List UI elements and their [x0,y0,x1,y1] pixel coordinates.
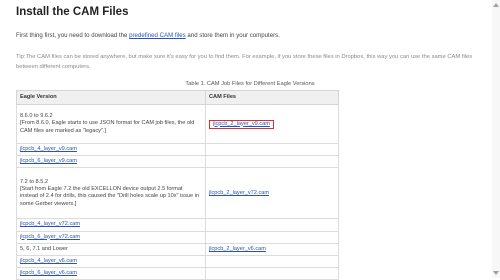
table-header-row: Eagle Version CAM Files [16,90,339,105]
table-row: 7.2 to 8.5.2 [Start from Eagle 7.2 the o… [16,167,339,220]
scroll-down-arrow-icon[interactable] [493,271,499,275]
empty-cell [205,142,339,157]
cam-files-table: Eagle Version CAM Files 8.6.0 to 9.6.2 [… [16,90,339,280]
table-row: jlcpcb_4_layer_v72.cam [16,218,339,232]
version-title: 5, 6, 7.1 and Lower [20,245,68,252]
cam-file-link[interactable]: jlcpcb_4_layer_v6.cam [20,258,77,264]
table-row: jlcpcb_6_layer_v72.cam [16,230,339,244]
cam-file-link[interactable]: jlcpcb_6_layer_v6.cam [20,270,77,276]
empty-cell [205,255,339,269]
scroll-up-arrow-icon[interactable] [493,3,499,7]
empty-cell [205,155,339,169]
empty-cell [205,267,339,280]
cam-file-cell: jlcpcb_2_layer_v9.cam [205,104,339,144]
link-cell: jlcpcb_6_layer_v6.cam [16,267,206,280]
link-cell: jlcpcb_6_layer_v72.cam [16,230,206,244]
table-row: jlcpcb_6_layer_v9.cam [16,155,339,169]
table-row: jlcpcb_6_layer_v6.cam [16,267,339,280]
cam-file-link[interactable]: jlcpcb_6_layer_v9.cam [20,158,77,164]
header-eagle-version: Eagle Version [16,90,206,105]
version-note: [From 8.6.0, Eagle starts to use JSON fo… [20,120,195,134]
cam-file-cell: jlcpcb_2_layer_v72.cam [205,167,339,220]
version-cell: 7.2 to 8.5.2 [Start from Eagle 7.2 the o… [16,167,206,220]
link-cell: jlcpcb_4_layer_v6.cam [16,255,206,269]
vertical-scrollbar[interactable] [492,0,500,278]
empty-cell [205,218,339,232]
header-cam-files: CAM Files [205,90,339,105]
version-title: 7.2 to 8.5.2 [20,179,48,185]
cam-file-link[interactable]: jlcpcb_4_layer_v9.cam [20,146,77,152]
link-cell: jlcpcb_4_layer_v9.cam [16,142,206,157]
version-note: [Start from Eagle 7.2 the old EXCELLON d… [20,186,200,207]
predefined-cam-files-link[interactable]: predefined CAM files [129,32,186,39]
empty-cell [205,230,339,244]
cam-file-link[interactable]: jlcpcb_2_layer_v6.cam [209,246,266,252]
cam-file-cell: jlcpcb_2_layer_v6.cam [205,242,339,257]
link-cell: jlcpcb_4_layer_v72.cam [16,218,206,232]
link-cell: jlcpcb_6_layer_v9.cam [16,155,206,169]
cam-file-link[interactable]: jlcpcb_2_layer_v9.cam [213,121,270,127]
intro-text-after: and store them in your computers. [185,32,280,39]
page-title: Install the CAM Files [16,6,129,18]
version-cell: 5, 6, 7.1 and Lower [16,242,206,257]
table-row: 8.6.0 to 9.6.2 [From 8.6.0, Eagle starts… [16,104,339,144]
version-cell: 8.6.0 to 9.6.2 [From 8.6.0, Eagle starts… [16,104,206,144]
table-row: jlcpcb_4_layer_v6.cam [16,255,339,269]
table-row: 5, 6, 7.1 and Lower jlcpcb_2_layer_v6.ca… [16,242,339,257]
version-title: 8.6.0 to 9.6.2 [20,113,53,120]
intro-text-before: First thing first, you need to download … [16,32,130,39]
table-caption: Table 1. CAM Job Files for Different Eag… [185,81,315,87]
cam-file-link[interactable]: jlcpcb_6_layer_v72.cam [20,234,80,240]
highlight-box: jlcpcb_2_layer_v9.cam [209,119,274,129]
intro-paragraph: First thing first, you need to download … [16,32,494,40]
cam-file-link[interactable]: jlcpcb_4_layer_v72.cam [20,221,80,227]
cam-file-link[interactable]: jlcpcb_2_layer_v72.cam [209,190,269,196]
table-row: jlcpcb_4_layer_v9.cam [16,142,339,157]
tip-paragraph: Tip:The CAM files can be stored anywhere… [16,54,473,70]
